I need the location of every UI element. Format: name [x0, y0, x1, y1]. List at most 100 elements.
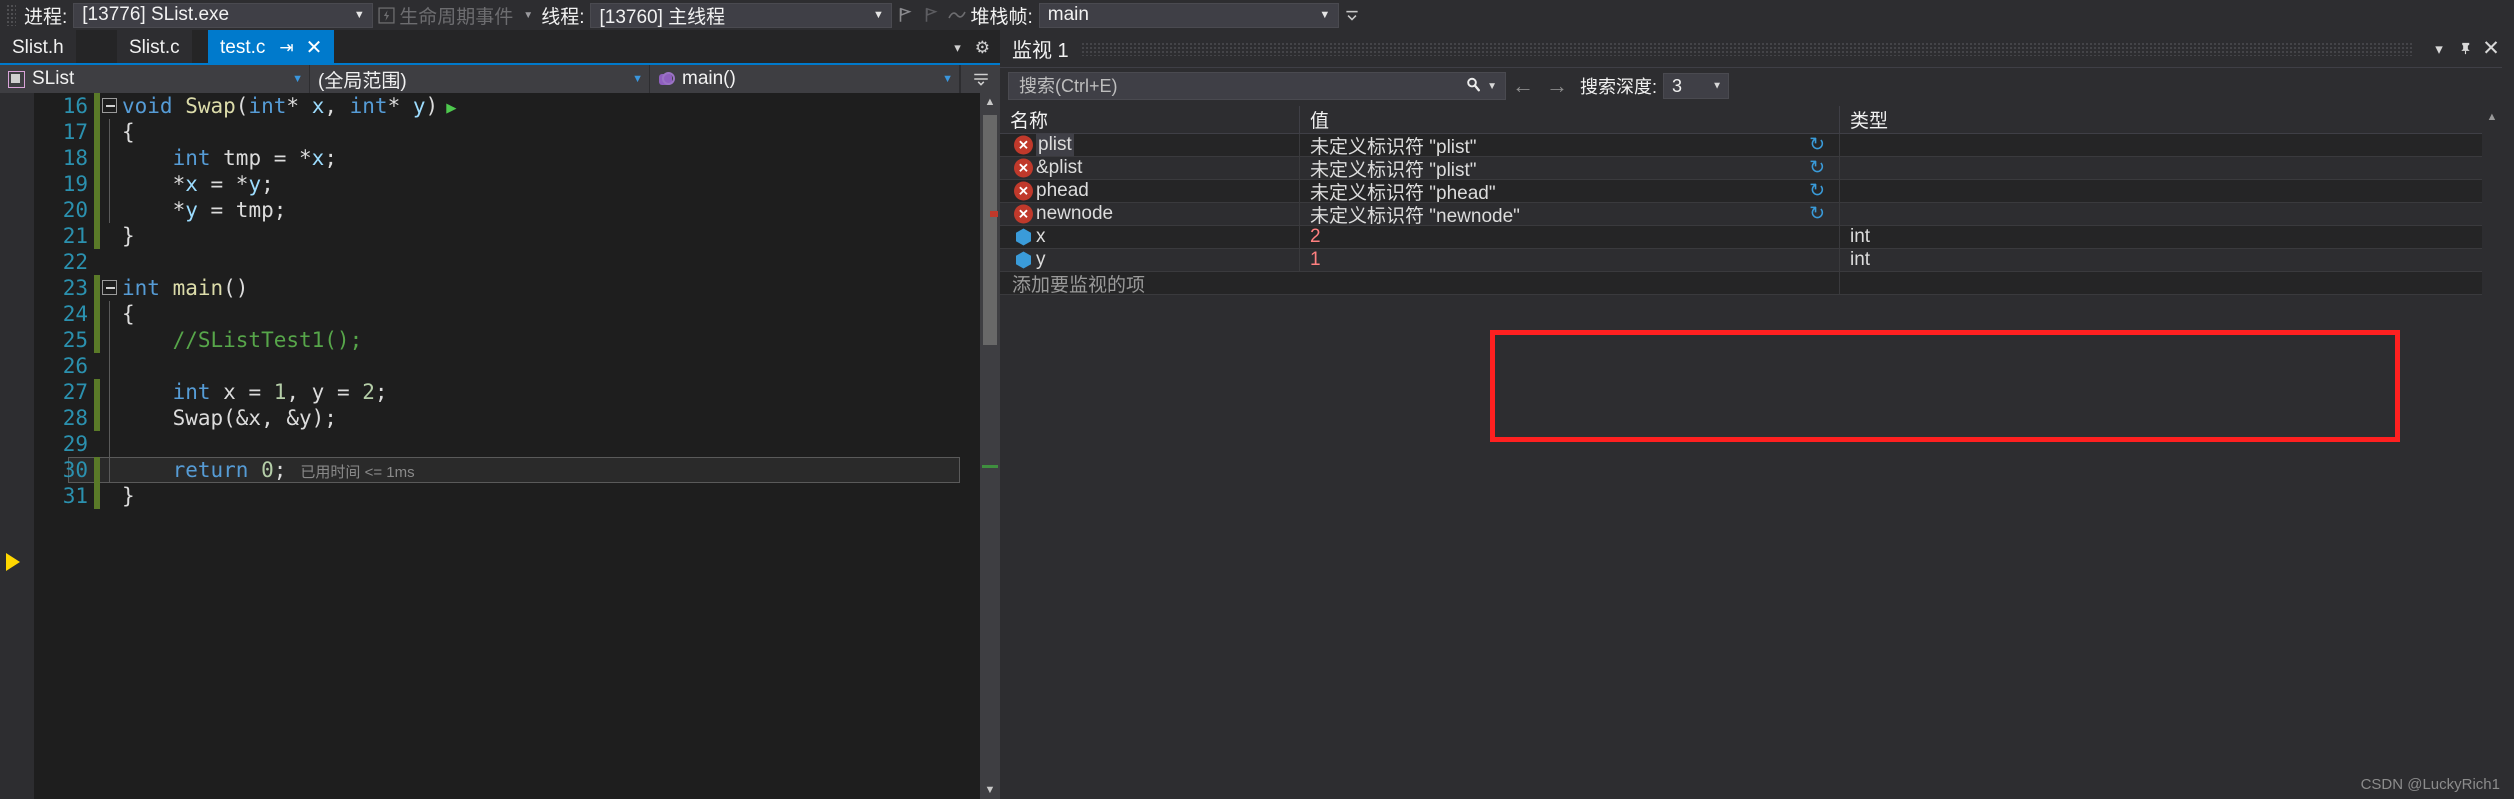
watch-row-value-cell[interactable]: 未定义标识符 "plist" ↻	[1300, 157, 1840, 179]
lifecycle-events-label[interactable]: 生命周期事件	[399, 2, 513, 29]
pin-icon[interactable]: ⇥	[279, 38, 293, 58]
code-line[interactable]: 27 int x = 1, y = 2;	[34, 379, 980, 405]
code-text[interactable]: int x = 1, y = 2;	[122, 380, 980, 404]
column-header-type[interactable]: 类型	[1840, 106, 2490, 133]
refresh-icon[interactable]: ↻	[1809, 182, 1825, 201]
watch-row-name-cell[interactable]: x	[1000, 226, 1300, 248]
gear-icon[interactable]: ⚙	[975, 38, 990, 58]
fold-glyph-margin[interactable]	[100, 457, 122, 483]
run-to-here-icon[interactable]: ▶	[446, 98, 456, 118]
scroll-up-icon[interactable]: ▲	[2482, 108, 2502, 126]
code-line[interactable]: 17 {	[34, 119, 980, 145]
code-line[interactable]: 29	[34, 431, 980, 457]
search-input[interactable]	[1017, 74, 1464, 98]
watch-row-value-cell[interactable]: 1	[1300, 249, 1840, 271]
code-text[interactable]: }	[122, 484, 980, 508]
code-line[interactable]: 31}	[34, 483, 980, 509]
column-header-name[interactable]: 名称	[1000, 106, 1300, 133]
code-line[interactable]: 21}	[34, 223, 980, 249]
code-text[interactable]: int main()	[122, 276, 980, 300]
close-icon[interactable]: ✕	[306, 38, 323, 58]
panel-menu-icon[interactable]: ▾	[2426, 36, 2452, 62]
watch-row-name-cell[interactable]: ✕ phead	[1000, 180, 1300, 202]
collapse-icon[interactable]	[102, 280, 117, 295]
code-line[interactable]: 16 void Swap(int* x, int* y) ▶	[34, 93, 980, 119]
magnifier-icon[interactable]	[1463, 76, 1483, 96]
code-line[interactable]: 20 *y = tmp;	[34, 197, 980, 223]
lifecycle-chevron-icon[interactable]: ▼	[523, 10, 533, 21]
pin-icon[interactable]	[2452, 36, 2478, 62]
search-input-wrapper[interactable]: ▼	[1008, 72, 1506, 100]
fold-glyph-margin[interactable]	[100, 223, 122, 249]
fold-glyph-margin[interactable]	[100, 353, 122, 379]
code-text[interactable]: return 0; 已用时间 <= 1ms	[122, 458, 980, 482]
code-text[interactable]: }	[122, 224, 980, 248]
watch-add-item-value-cell[interactable]	[1300, 272, 1840, 294]
tab-slist-c[interactable]: Slist.c	[117, 30, 192, 65]
code-line[interactable]: 25 //SListTest1();	[34, 327, 980, 353]
search-next-button[interactable]: →	[1540, 73, 1574, 99]
fold-glyph-margin[interactable]	[100, 405, 122, 431]
editor-gutter[interactable]	[0, 93, 34, 799]
watch-row-name-cell[interactable]: ✕ plist	[1000, 134, 1300, 156]
squiggle-icon[interactable]	[944, 2, 970, 28]
watch-row-name-cell[interactable]: ✕ &plist	[1000, 157, 1300, 179]
watch-vertical-scrollbar[interactable]: ▲	[2482, 106, 2502, 799]
fold-glyph-margin[interactable]	[100, 93, 122, 119]
split-view-button[interactable]	[960, 65, 1000, 93]
code-editor[interactable]: 16 void Swap(int* x, int* y) ▶ 17{18 int tm…	[0, 93, 1000, 799]
editor-vertical-scrollbar[interactable]: ▲ ▼	[980, 93, 1000, 799]
scroll-down-icon[interactable]: ▼	[980, 781, 1000, 799]
search-options-chevron-icon[interactable]: ▼	[1483, 81, 1501, 92]
scope-dropdown[interactable]: (全局范围) ▼	[310, 65, 650, 93]
watch-row-value-cell[interactable]: 未定义标识符 "newnode" ↻	[1300, 203, 1840, 225]
fold-glyph-margin[interactable]	[100, 379, 122, 405]
fold-glyph-margin[interactable]	[100, 145, 122, 171]
code-text[interactable]: int tmp = *x;	[122, 146, 980, 170]
refresh-icon[interactable]: ↻	[1809, 136, 1825, 155]
tab-test-c[interactable]: test.c ⇥ ✕	[208, 30, 335, 65]
watch-row-name-cell[interactable]: y	[1000, 249, 1300, 271]
watch-row[interactable]: ✕ plist 未定义标识符 "plist" ↻	[1000, 134, 2514, 157]
code-text[interactable]: {	[122, 302, 980, 326]
function-dropdown[interactable]: main() ▼	[650, 65, 960, 93]
search-prev-button[interactable]: ←	[1506, 73, 1540, 99]
fold-glyph-margin[interactable]	[100, 119, 122, 145]
fold-glyph-margin[interactable]	[100, 249, 122, 275]
code-line[interactable]: 22	[34, 249, 980, 275]
code-line[interactable]: 28 Swap(&x, &y);	[34, 405, 980, 431]
watch-row-value-cell[interactable]: 未定义标识符 "plist" ↻	[1300, 134, 1840, 156]
code-text[interactable]: *y = tmp;	[122, 198, 980, 222]
fold-glyph-margin[interactable]	[100, 301, 122, 327]
overflow-chevron-icon[interactable]	[1339, 2, 1365, 28]
code-text[interactable]: void Swap(int* x, int* y) ▶	[122, 94, 980, 118]
refresh-icon[interactable]: ↻	[1809, 159, 1825, 178]
tab-slist-h[interactable]: Slist.h	[0, 30, 76, 65]
collapse-icon[interactable]	[102, 98, 117, 113]
fold-glyph-margin[interactable]	[100, 327, 122, 353]
code-line[interactable]: 23 int main()	[34, 275, 980, 301]
code-line[interactable]: 19 *x = *y;	[34, 171, 980, 197]
watch-add-item-row[interactable]: 添加要监视的项	[1000, 272, 2514, 296]
scroll-up-icon[interactable]: ▲	[980, 93, 1000, 111]
panel-drag-dots[interactable]	[1080, 41, 2414, 56]
process-dropdown[interactable]: [13776] SList.exe ▼	[73, 2, 374, 28]
stack-frame-dropdown[interactable]: main ▼	[1038, 2, 1339, 28]
flag-icon[interactable]	[892, 2, 918, 28]
chevron-down-icon[interactable]: ▾	[954, 40, 961, 56]
watch-row[interactable]: ✕ phead 未定义标识符 "phead" ↻	[1000, 180, 2514, 203]
watch-row[interactable]: y 1 int	[1000, 249, 2514, 272]
code-text[interactable]: Swap(&x, &y);	[122, 406, 980, 430]
code-text[interactable]: {	[122, 120, 980, 144]
fold-glyph-margin[interactable]	[100, 431, 122, 457]
watch-row-name-cell[interactable]: ✕ newnode	[1000, 203, 1300, 225]
watch-row-value-cell[interactable]: 2	[1300, 226, 1840, 248]
code-lines-container[interactable]: 16 void Swap(int* x, int* y) ▶ 17{18 int tm…	[34, 93, 980, 799]
thread-dropdown[interactable]: [13760] 主线程 ▼	[590, 2, 893, 28]
column-header-value[interactable]: 值	[1300, 106, 1840, 133]
watch-row-value-cell[interactable]: 未定义标识符 "phead" ↻	[1300, 180, 1840, 202]
watch-row[interactable]: ✕ newnode 未定义标识符 "newnode" ↻	[1000, 203, 2514, 226]
search-depth-dropdown[interactable]: 3 ▼	[1663, 73, 1730, 99]
code-text[interactable]: *x = *y;	[122, 172, 980, 196]
fold-glyph-margin[interactable]	[100, 275, 122, 301]
